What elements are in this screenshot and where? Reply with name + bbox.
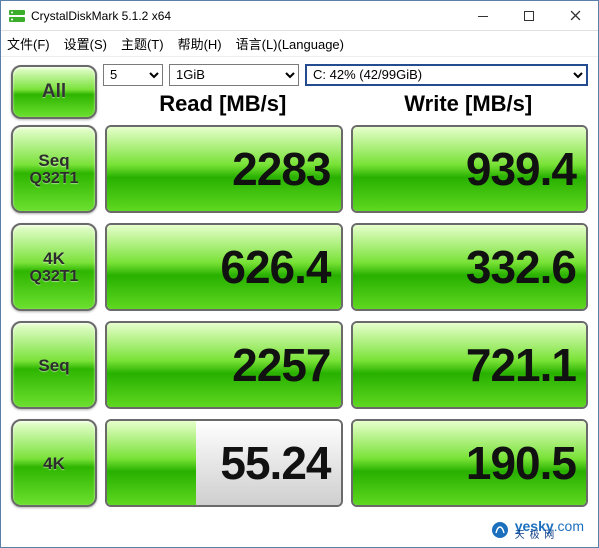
seq-write-value: 721.1 <box>353 323 587 407</box>
4k-write-value: 190.5 <box>353 421 587 505</box>
test-size-select[interactable]: 1GiB <box>169 64 299 86</box>
4k-q32t1-read-value: 626.4 <box>107 225 341 309</box>
app-window: CrystalDiskMark 5.1.2 x64 文件(F) 设置(S) 主题… <box>0 0 599 548</box>
seq-read-value: 2257 <box>107 323 341 407</box>
seq-q32t1-write-value: 939.4 <box>353 127 587 211</box>
menu-settings[interactable]: 设置(S) <box>64 34 107 53</box>
minimize-button[interactable] <box>460 1 506 30</box>
drive-select[interactable]: C: 42% (42/99GiB) <box>305 64 588 86</box>
watermark: yesky.com 天 极 网 <box>491 519 584 541</box>
menubar: 文件(F) 设置(S) 主题(T) 帮助(H) 语言(L)(Language) <box>1 31 598 57</box>
4k-read-value: 55.24 <box>107 421 341 505</box>
run-seq-button[interactable]: Seq <box>11 321 97 409</box>
row-seq: Seq 2257 721.1 <box>11 321 588 409</box>
menu-file[interactable]: 文件(F) <box>7 34 50 53</box>
menu-help[interactable]: 帮助(H) <box>178 34 222 53</box>
row-4k-q32t1: 4K Q32T1 626.4 332.6 <box>11 223 588 311</box>
header-write: Write [MB/s] <box>349 89 589 121</box>
seq-q32t1-read-cell: 2283 <box>105 125 343 213</box>
seq-read-cell: 2257 <box>105 321 343 409</box>
row-4k: 4K 55.24 190.5 <box>11 419 588 507</box>
app-icon <box>9 8 25 24</box>
seq-write-cell: 721.1 <box>351 321 589 409</box>
run-4k-button[interactable]: 4K <box>11 419 97 507</box>
seq-q32t1-read-value: 2283 <box>107 127 341 211</box>
titlebar[interactable]: CrystalDiskMark 5.1.2 x64 <box>1 1 598 31</box>
run-all-button[interactable]: All <box>11 65 97 119</box>
run-seq-q32t1-button[interactable]: Seq Q32T1 <box>11 125 97 213</box>
4k-q32t1-write-value: 332.6 <box>353 225 587 309</box>
header-read: Read [MB/s] <box>103 89 343 121</box>
4k-write-cell: 190.5 <box>351 419 589 507</box>
4k-q32t1-read-cell: 626.4 <box>105 223 343 311</box>
test-count-select[interactable]: 5 <box>103 64 163 86</box>
maximize-button[interactable] <box>506 1 552 30</box>
window-title: CrystalDiskMark 5.1.2 x64 <box>31 9 460 23</box>
4k-q32t1-write-cell: 332.6 <box>351 223 589 311</box>
run-4k-q32t1-button[interactable]: 4K Q32T1 <box>11 223 97 311</box>
menu-theme[interactable]: 主题(T) <box>121 34 164 53</box>
4k-read-cell: 55.24 <box>105 419 343 507</box>
close-button[interactable] <box>552 1 598 30</box>
seq-q32t1-write-cell: 939.4 <box>351 125 589 213</box>
menu-language[interactable]: 语言(L)(Language) <box>236 34 344 53</box>
row-seq-q32t1: Seq Q32T1 2283 939.4 <box>11 125 588 213</box>
watermark-icon <box>491 521 509 539</box>
